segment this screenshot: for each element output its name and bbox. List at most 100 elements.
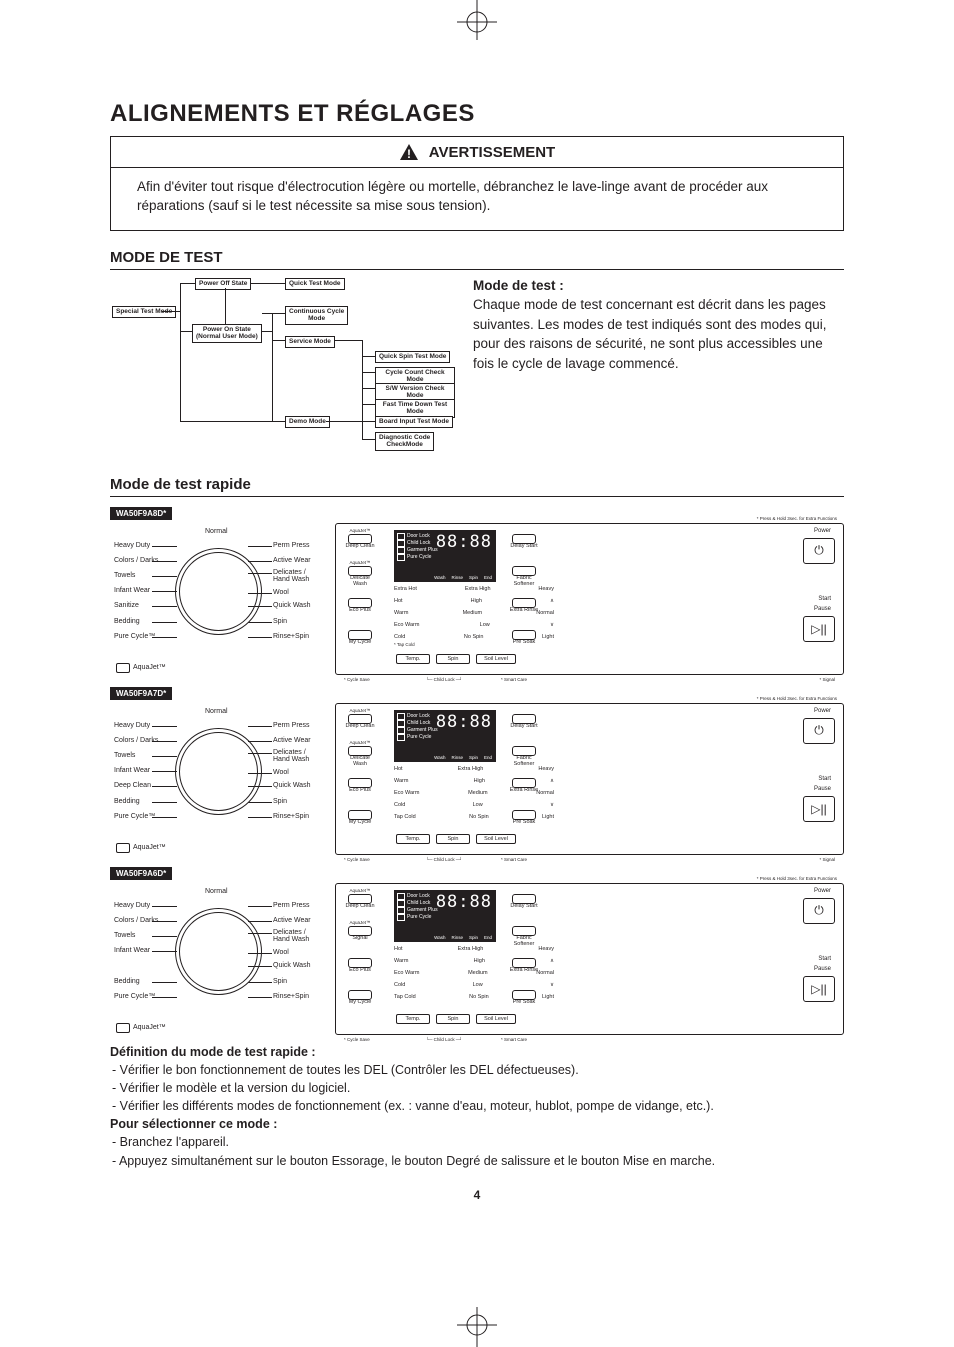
start-label: Start [818,956,831,962]
dial-label-quick: Quick Wash [273,602,310,609]
panel-diagrams: WA50F9A8D* Heavy DutyColors / DarksTowel… [110,503,844,1035]
display: Door Lock Child Lock Garment Plus Pure C… [394,530,496,582]
press-hold-note: * Press & Hold 3sec. for Extra Functions [757,696,837,701]
def-heading-2: Pour sélectionner ce mode : [110,1117,277,1131]
dial-label-perm: Perm Press [273,722,310,729]
soil-button: Soil Level [476,1014,516,1024]
oval-label-1: DelicateWash [342,755,378,767]
dial-label-spin: Spin [273,798,287,805]
dial-label-wool: Wool [273,949,289,956]
definitions: Définition du mode de test rapide : - Vé… [110,1043,844,1170]
aquajet-badge: AquaJet™ [116,1023,166,1033]
dial-label-normal: Normal [205,708,228,715]
flow-demo: Demo Mode [285,416,330,428]
dial-label-wool: Wool [273,769,289,776]
dial-label-perm: Perm Press [273,902,310,909]
power-button: ⏻ [803,538,835,564]
dial-label-delicates: Delicates /Hand Wash [273,749,309,763]
dial-label-pure: Pure Cycle™ [114,813,155,820]
def-line-1: - Vérifier le bon fonctionnement de tout… [110,1061,844,1079]
flow-diag-code: Diagnostic Code CheckMode [375,432,434,451]
dial-label-normal: Normal [205,888,228,895]
def-line-4: - Branchez l'appareil. [110,1133,844,1151]
spin-button: Spin [436,1014,470,1024]
dial-label-sanitize: Sanitize [114,602,139,609]
power-label: Power [814,528,831,534]
display: Door Lock Child Lock Garment Plus Pure C… [394,710,496,762]
dial-label-towels: Towels [114,572,135,579]
flow-special: Special Test Mode [112,306,176,318]
dial-label-delicates: Delicates /Hand Wash [273,569,309,583]
control-panel: * Press & Hold 3sec. for Extra Functions… [335,523,844,675]
oval-label-0: Deep Clean [342,903,378,909]
flow-cont-cycle: Continuous Cycle Mode [285,306,348,325]
mode-test-description: Mode de test : Chaque mode de test conce… [473,276,844,466]
mode-test-desc-body: Chaque mode de test concernant est décri… [473,297,826,371]
dial-label-towels: Towels [114,932,135,939]
power-label: Power [814,708,831,714]
cycle-dial-0: Heavy DutyColors / DarksTowelsInfant Wea… [110,523,325,673]
dial-label-pure: Pure Cycle™ [114,993,155,1000]
svg-text:!: ! [407,147,411,161]
pause-label: Pause [814,606,831,612]
start-label: Start [818,596,831,602]
crop-mark-bottom [447,1297,507,1347]
model-tag-1: WA50F9A7D* [110,687,172,700]
soil-button: Soil Level [476,654,516,664]
dial-label-bedding: Bedding [114,978,140,985]
dial-label-infant: Infant Wear [114,767,150,774]
warning-box: ! AVERTISSEMENT Afin d'éviter tout risqu… [110,136,844,231]
dial-label-bedding: Bedding [114,798,140,805]
temp-button: Temp. [396,1014,430,1024]
power-button: ⏻ [803,898,835,924]
press-hold-note: * Press & Hold 3sec. for Extra Functions [757,876,837,881]
oval-label-3: My Cycle [342,819,378,825]
flow-spin-test: Quick Spin Test Mode [375,351,450,363]
aquajet-badge: AquaJet™ [116,663,166,673]
oval-label-2: Eco Plus [342,967,378,973]
oval-label-2: Eco Plus [342,607,378,613]
spin-button: Spin [436,654,470,664]
oval-label-3: My Cycle [342,999,378,1005]
cycle-dial-2: Heavy DutyColors / DarksTowelsInfant Wea… [110,883,325,1033]
dial-label-quick: Quick Wash [273,962,310,969]
control-panel: * Press & Hold 3sec. for Extra Functions… [335,883,844,1035]
oval-label-1: Signal [342,935,378,941]
oval-label-0: Deep Clean [342,543,378,549]
dial-label-quick: Quick Wash [273,782,310,789]
warning-label: AVERTISSEMENT [429,144,555,161]
pause-label: Pause [814,966,831,972]
def-line-5: - Appuyez simultanément sur le bouton Es… [110,1152,844,1170]
flow-quick-test: Quick Test Mode [285,278,345,290]
oval-label-r0: Delay Start [506,543,542,549]
model-tag-0: WA50F9A8D* [110,507,172,520]
dial-label-spin: Spin [273,978,287,985]
crop-mark-top [447,0,507,50]
start-pause-button: ▷|| [803,796,835,822]
cycle-dial-1: Heavy DutyColors / DarksTowelsInfant Wea… [110,703,325,853]
def-line-3: - Vérifier les différents modes de fonct… [110,1097,844,1115]
control-panel: * Press & Hold 3sec. for Extra Functions… [335,703,844,855]
aquajet-badge: AquaJet™ [116,843,166,853]
power-button: ⏻ [803,718,835,744]
page-title: ALIGNEMENTS ET RÉGLAGES [110,100,844,128]
dial-label-pure: Pure Cycle™ [114,633,155,640]
dial-label-bedding: Bedding [114,618,140,625]
display: Door Lock Child Lock Garment Plus Pure C… [394,890,496,942]
def-heading-1: Définition du mode de test rapide : [110,1045,316,1059]
warning-icon: ! [399,143,419,161]
dial-label-heavy: Heavy Duty [114,902,150,909]
dial-label-active: Active Wear [273,917,311,924]
spin-button: Spin [436,834,470,844]
section-quick-test-heading: Mode de test rapide [110,476,844,497]
page-number: 4 [110,1188,844,1202]
dial-label-infant: Infant Wear [114,947,150,954]
dial-label-normal: Normal [205,528,228,535]
dial-label-active: Active Wear [273,737,311,744]
flow-power-on: Power On State (Normal User Mode) [192,324,262,343]
dial-label-deep: Deep Clean [114,782,151,789]
dial-label-rinse: Rinse+Spin [273,993,309,1000]
oval-label-1: DelicateWash [342,575,378,587]
flow-board-input: Board Input Test Mode [375,416,453,428]
oval-label-r0: Delay Start [506,903,542,909]
